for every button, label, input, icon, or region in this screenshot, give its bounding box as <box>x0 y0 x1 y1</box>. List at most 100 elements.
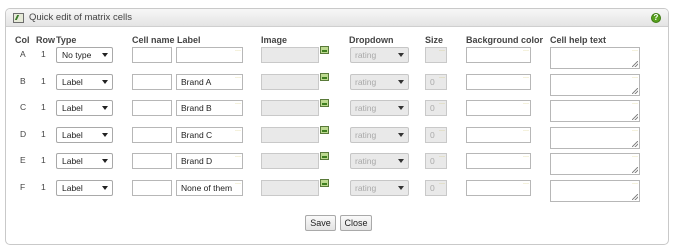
type-select[interactable]: Label <box>56 179 113 196</box>
cell-help-text-textarea[interactable]: ··· <box>550 179 640 202</box>
panel-titlebar: Quick edit of matrix cells ? <box>6 9 668 27</box>
row-value: 1 <box>41 181 46 192</box>
dots-icon: ··· <box>235 74 241 81</box>
cell-name-input[interactable] <box>132 126 172 143</box>
background-color-input[interactable]: ··· <box>466 100 531 116</box>
cell-help-text-textarea[interactable]: ··· <box>550 126 640 149</box>
image-picker-icon[interactable] <box>320 99 329 107</box>
label-input[interactable]: Brand D ··· <box>176 153 243 169</box>
size-input-value: 0 <box>430 76 435 87</box>
type-select[interactable]: Label <box>56 73 113 90</box>
type-select-value: Label <box>62 129 83 140</box>
image-picker-icon[interactable] <box>320 152 329 160</box>
col-value: C <box>20 102 27 112</box>
size-input-value: 0 <box>430 129 435 140</box>
row-value: 1 <box>41 102 46 112</box>
chevron-down-icon <box>102 53 108 57</box>
dropdown-select: rating <box>350 153 409 169</box>
image-input <box>261 100 319 116</box>
cell-help-text-textarea[interactable]: ··· <box>550 47 640 69</box>
header-col: Col <box>15 35 30 45</box>
chevron-down-icon <box>102 79 108 84</box>
size-input-value: 0 <box>430 182 435 193</box>
col-value: D <box>20 128 27 139</box>
dropdown-select-value: rating <box>355 156 377 166</box>
image-picker-icon[interactable] <box>320 72 329 81</box>
type-select-value: No type <box>62 50 92 60</box>
col-value: F <box>20 181 26 192</box>
close-button[interactable]: Close <box>340 215 372 231</box>
matrix-row: C 1 Label Brand B ··· rating 0 ··· ··· ··· <box>6 99 668 123</box>
cell-help-text-textarea[interactable]: ··· <box>550 73 640 96</box>
type-select[interactable]: Label <box>56 153 113 169</box>
label-input-value: None of them <box>181 182 233 193</box>
cell-name-input[interactable] <box>132 47 172 63</box>
matrix-row: A 1 No type ··· rating ··· ··· ··· <box>6 46 668 70</box>
dots-icon: ··· <box>632 180 638 187</box>
resize-grip-icon[interactable] <box>632 167 638 173</box>
dropdown-select: rating <box>350 73 409 90</box>
label-input[interactable]: Brand C ··· <box>176 126 243 143</box>
help-icon[interactable]: ? <box>651 13 661 23</box>
panel-title: Quick edit of matrix cells <box>29 12 132 23</box>
chevron-down-icon <box>102 159 108 163</box>
image-picker-icon[interactable] <box>320 178 329 187</box>
dropdown-select-value: rating <box>355 129 377 140</box>
dropdown-select-value: rating <box>355 103 377 113</box>
type-select[interactable]: Label <box>56 100 113 116</box>
background-color-input[interactable]: ··· <box>466 153 531 169</box>
label-input-value: Brand A <box>181 76 212 87</box>
label-input[interactable]: Brand A ··· <box>176 73 243 90</box>
dots-icon: ··· <box>523 48 529 54</box>
cell-name-input[interactable] <box>132 73 172 90</box>
chevron-down-icon <box>398 53 404 57</box>
resize-grip-icon[interactable] <box>632 61 638 67</box>
resize-grip-icon[interactable] <box>632 114 638 120</box>
resize-grip-icon[interactable] <box>632 87 638 94</box>
type-select[interactable]: Label <box>56 126 113 143</box>
label-input[interactable]: ··· <box>176 47 243 63</box>
row-value: 1 <box>41 155 46 165</box>
dots-icon: ··· <box>632 74 638 81</box>
dropdown-select-value: rating <box>355 76 377 87</box>
background-color-input[interactable]: ··· <box>466 179 531 196</box>
label-input-value: Brand D <box>181 156 213 166</box>
dots-icon: ··· <box>235 101 241 107</box>
image-picker-icon[interactable] <box>320 125 329 134</box>
dots-icon: ··· <box>439 101 445 107</box>
chevron-down-icon <box>398 159 404 163</box>
cell-name-input[interactable] <box>132 179 172 196</box>
header-type: Type <box>56 35 77 45</box>
label-input[interactable]: None of them ··· <box>176 179 243 196</box>
type-select-value: Label <box>62 182 83 193</box>
type-select-value: Label <box>62 76 83 87</box>
resize-grip-icon[interactable] <box>632 193 638 200</box>
cell-name-input[interactable] <box>132 100 172 116</box>
label-input[interactable]: Brand B ··· <box>176 100 243 116</box>
dots-icon: ··· <box>439 74 445 81</box>
chevron-down-icon <box>398 106 404 110</box>
matrix-row: E 1 Label Brand D ··· rating 0 ··· ··· ··· <box>6 152 668 176</box>
resize-grip-icon[interactable] <box>632 140 638 147</box>
background-color-input[interactable]: ··· <box>466 73 531 90</box>
cell-name-input[interactable] <box>132 153 172 169</box>
quick-edit-panel: Quick edit of matrix cells ? Col Row Typ… <box>5 8 669 245</box>
dropdown-select: rating <box>350 100 409 116</box>
row-value: 1 <box>41 49 46 59</box>
dots-icon: ··· <box>235 127 241 134</box>
cell-help-text-textarea[interactable]: ··· <box>550 100 640 122</box>
dropdown-select-value: rating <box>355 50 377 60</box>
dots-icon: ··· <box>523 180 529 187</box>
save-button[interactable]: Save <box>305 215 336 231</box>
header-size: Size <box>425 35 444 45</box>
dots-icon: ··· <box>632 127 638 134</box>
dots-icon: ··· <box>523 101 529 107</box>
image-picker-icon[interactable] <box>320 46 329 54</box>
image-input <box>261 73 319 90</box>
cell-help-text-textarea[interactable]: ··· <box>550 153 640 175</box>
header-cell-help-text: Cell help text <box>550 35 607 45</box>
size-input: 0 ··· <box>425 153 447 169</box>
background-color-input[interactable]: ··· <box>466 126 531 143</box>
background-color-input[interactable]: ··· <box>466 47 531 63</box>
type-select[interactable]: No type <box>56 47 113 63</box>
